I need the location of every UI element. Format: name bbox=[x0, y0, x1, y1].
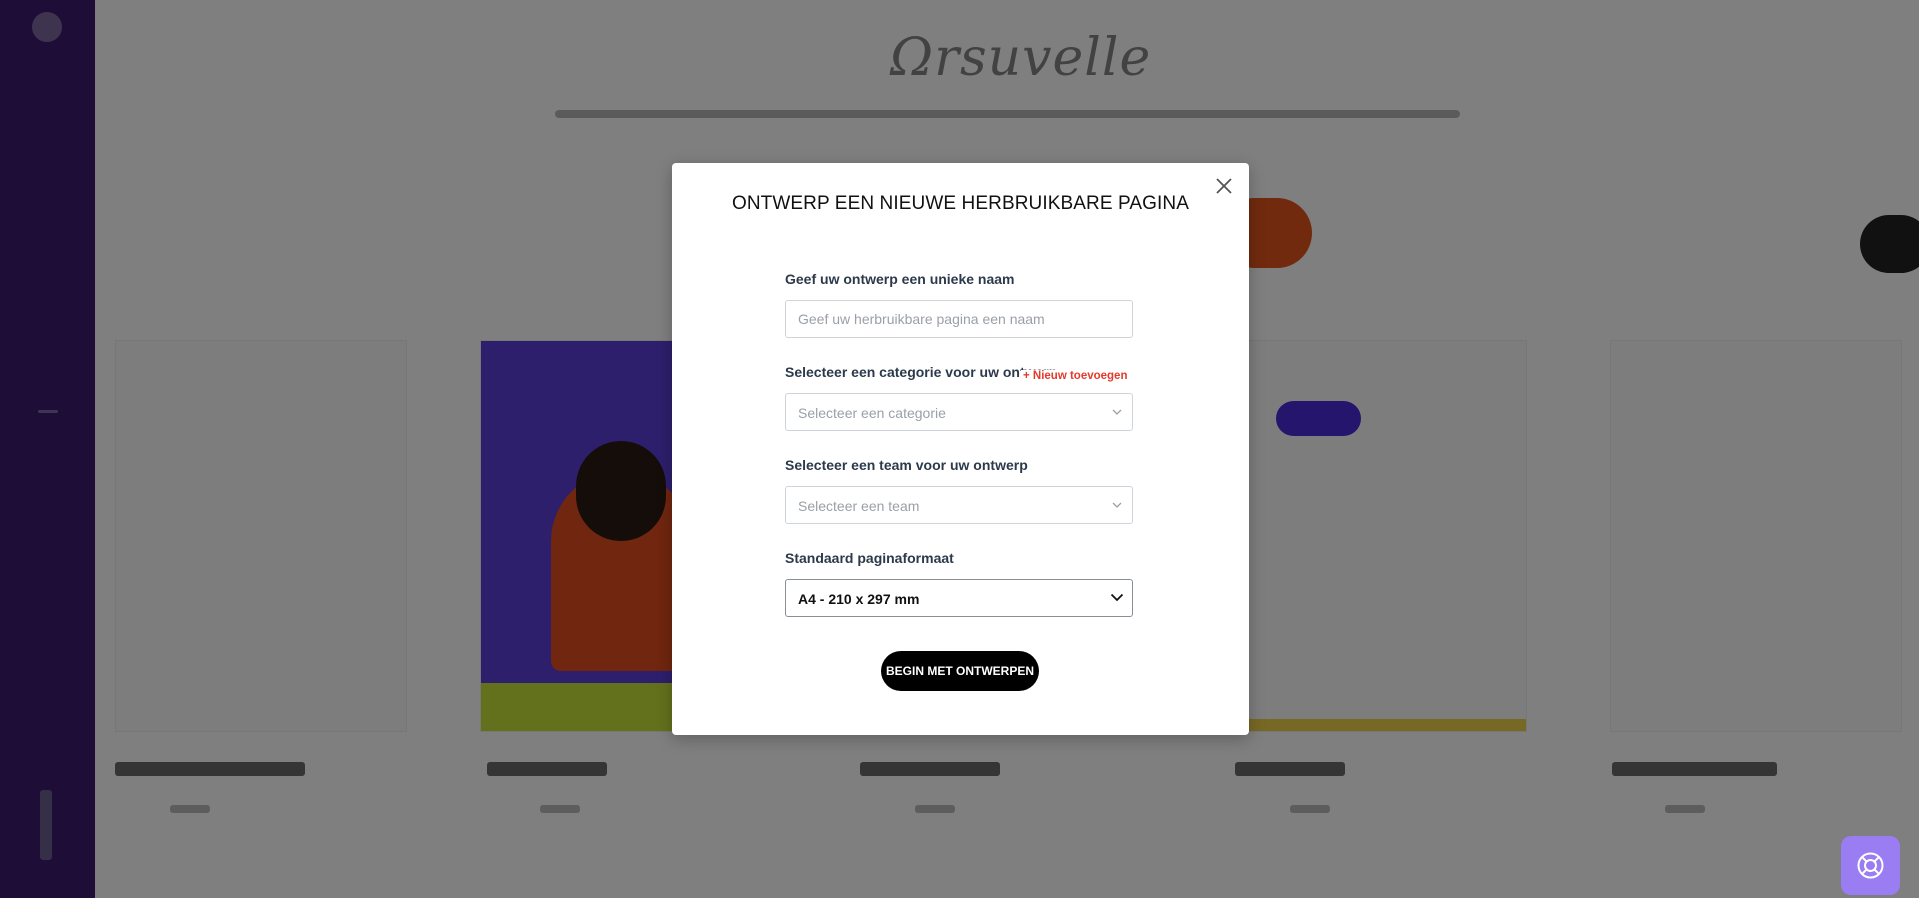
category-select-placeholder: Selecteer een categorie bbox=[798, 405, 946, 421]
help-button[interactable] bbox=[1841, 836, 1900, 895]
category-label: Selecteer een categorie voor uw ontwerp bbox=[785, 364, 1058, 380]
design-name-input[interactable] bbox=[785, 300, 1133, 338]
add-new-category-link[interactable]: + Nieuw toevoegen bbox=[1021, 370, 1130, 382]
team-select[interactable]: Selecteer een team bbox=[785, 486, 1133, 524]
name-label: Geef uw ontwerp een unieke naam bbox=[785, 271, 1015, 287]
new-reusable-page-modal: ONTWERP EEN NIEUWE HERBRUIKBARE PAGINA G… bbox=[672, 163, 1249, 735]
page-format-value: A4 - 210 x 297 mm bbox=[798, 591, 920, 607]
lifebuoy-icon bbox=[1857, 852, 1884, 879]
category-select[interactable]: Selecteer een categorie bbox=[785, 393, 1133, 431]
modal-title: ONTWERP EEN NIEUWE HERBRUIKBARE PAGINA bbox=[731, 193, 1190, 214]
page-format-select[interactable]: A4 - 210 x 297 mm bbox=[785, 579, 1133, 617]
team-label: Selecteer een team voor uw ontwerp bbox=[785, 457, 1028, 473]
team-select-placeholder: Selecteer een team bbox=[798, 498, 920, 514]
chevron-down-icon bbox=[1112, 409, 1122, 415]
chevron-down-icon bbox=[1112, 502, 1122, 508]
start-designing-button[interactable]: BEGIN MET ONTWERPEN bbox=[881, 651, 1039, 691]
page-format-label: Standaard paginaformaat bbox=[785, 550, 954, 566]
chevron-down-icon bbox=[1110, 593, 1124, 602]
